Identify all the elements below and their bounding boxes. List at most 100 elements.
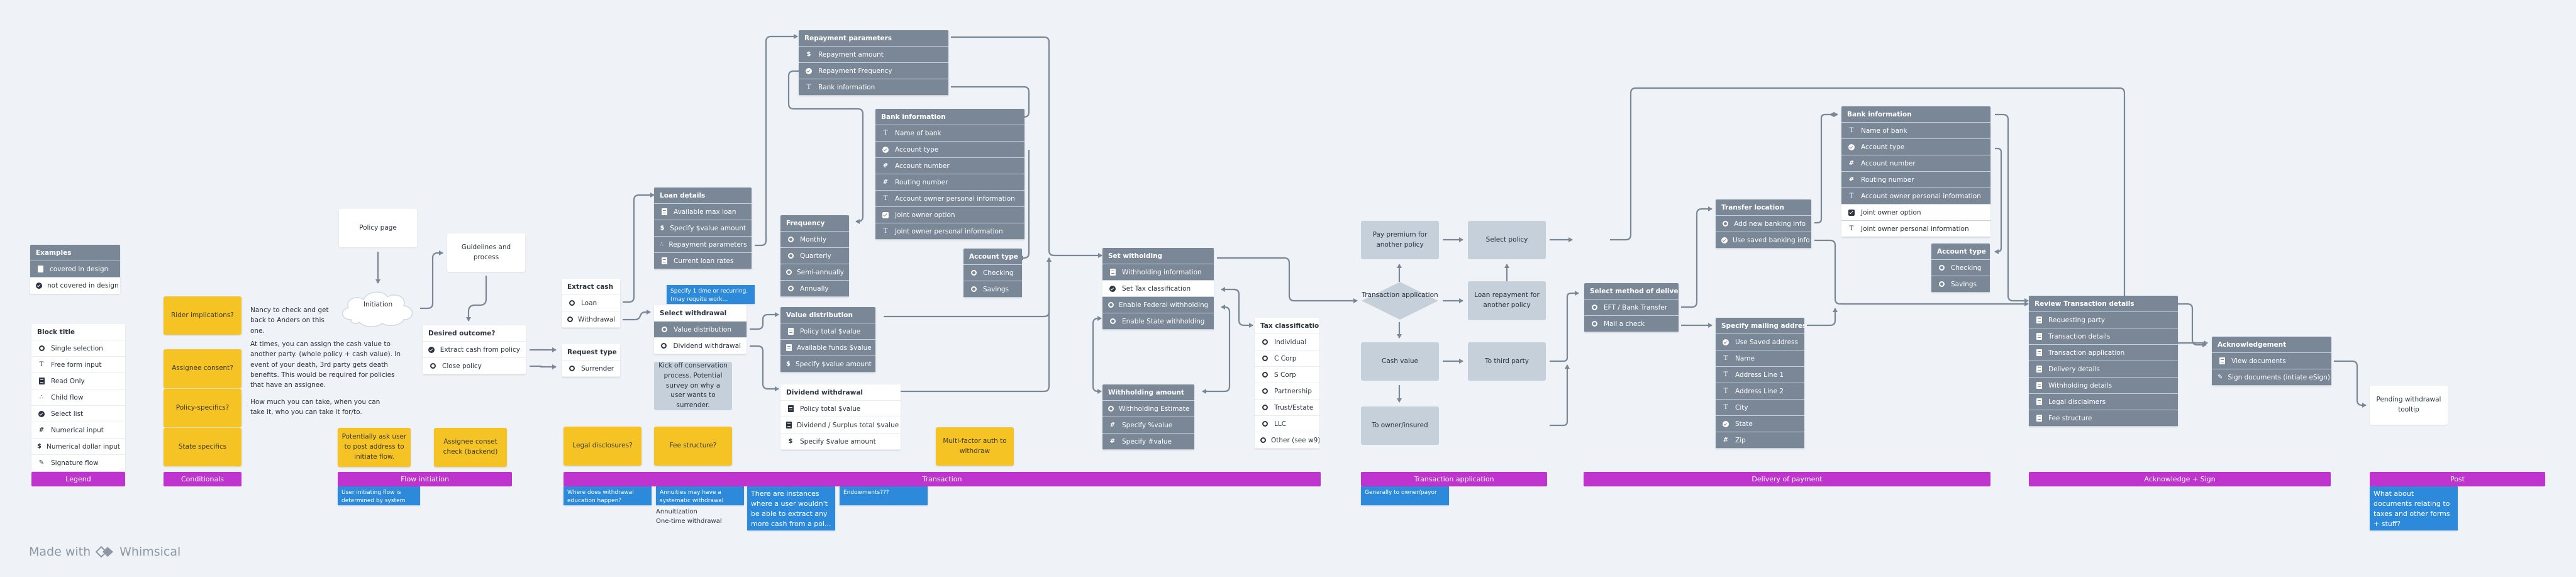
block-item[interactable]: Trust/Estate bbox=[1255, 400, 1319, 416]
block-item[interactable]: # Specify %value bbox=[1102, 417, 1194, 434]
pay-premium-node[interactable]: Pay premium for another policy bbox=[1361, 221, 1439, 259]
block-item[interactable]: Repayment Frequency bbox=[799, 63, 948, 79]
block-item[interactable]: Close policy bbox=[423, 358, 526, 374]
annotation-text: At times, you can assign the cash value … bbox=[250, 340, 401, 389]
block-item[interactable]: C Corp bbox=[1255, 350, 1319, 367]
examples-block: Examples covered in design not covered i… bbox=[30, 245, 120, 294]
connector bbox=[1202, 371, 1231, 394]
block-item[interactable]: Account type bbox=[1841, 139, 1990, 155]
block-item[interactable]: # Routing number bbox=[1841, 172, 1990, 188]
annotation-text: One-time withdrawal bbox=[656, 518, 722, 525]
connector bbox=[623, 193, 655, 303]
connector bbox=[2177, 303, 2207, 347]
initiation-node[interactable]: Initiation bbox=[338, 301, 418, 308]
block-item[interactable]: # Account number bbox=[1841, 155, 1990, 172]
block-item[interactable]: T Bank information bbox=[799, 79, 948, 96]
checkbox-icon bbox=[1847, 209, 1856, 216]
block-item[interactable]: # Account number bbox=[875, 158, 1024, 174]
block-item[interactable]: T Joint owner personal information bbox=[1841, 221, 1990, 237]
block-item[interactable]: $ Specify $value amount bbox=[780, 356, 875, 373]
single-selection-icon bbox=[1937, 265, 1946, 271]
block-item[interactable]: Savings bbox=[1931, 276, 1990, 293]
block-item[interactable]: Withholding Estimate bbox=[1102, 401, 1194, 417]
block-item: Available max loan bbox=[654, 204, 752, 220]
block-item[interactable]: Value distribution bbox=[654, 322, 747, 338]
block-item[interactable]: Semi-annually bbox=[780, 264, 849, 281]
block-item[interactable]: T Account owner personal information bbox=[875, 191, 1024, 207]
block-item[interactable]: Individual bbox=[1255, 334, 1319, 350]
block-item[interactable]: Joint owner option bbox=[875, 207, 1024, 223]
transaction-application-decision[interactable]: Transaction application bbox=[1361, 291, 1439, 301]
block-title: Tax classification bbox=[1255, 318, 1319, 334]
block-item[interactable]: Use Saved address bbox=[1716, 334, 1804, 350]
whimsical-branding[interactable]: Made with Whimsical bbox=[29, 545, 180, 559]
block-item[interactable]: Surrender bbox=[562, 361, 620, 377]
block-item[interactable]: EFT / Bank Transfer bbox=[1584, 300, 1679, 316]
mailing-address-block: Specify mailing address Use Saved addres… bbox=[1716, 318, 1804, 449]
block-title: Review Transaction details bbox=[2029, 296, 2178, 312]
block-item[interactable]: State bbox=[1716, 416, 1804, 432]
branding-name: Whimsical bbox=[119, 545, 181, 559]
block-item[interactable]: Annually bbox=[780, 281, 849, 297]
block-item: Delivery details bbox=[2029, 361, 2178, 378]
block-item[interactable]: ∴ Repayment parameters bbox=[654, 237, 752, 253]
cash-value-node[interactable]: Cash value bbox=[1361, 342, 1439, 381]
block-item[interactable]: Checking bbox=[1931, 260, 1990, 276]
block-item[interactable]: Joint owner option bbox=[1841, 204, 1990, 221]
select-policy-node[interactable]: Select policy bbox=[1468, 221, 1546, 259]
comment-note: Specify 1 time or recurring. (may requit… bbox=[667, 285, 755, 304]
policy-page-node[interactable]: Policy page bbox=[339, 209, 417, 247]
block-item[interactable]: Loan bbox=[562, 295, 620, 311]
section-conditionals: Conditionals bbox=[164, 472, 242, 486]
block-item[interactable]: Other (see w9) bbox=[1255, 432, 1319, 449]
block-item[interactable]: View documents bbox=[2212, 353, 2331, 369]
section-delivery-of-payment: Delivery of payment bbox=[1584, 472, 1990, 486]
block-item[interactable]: T Joint owner personal information bbox=[875, 223, 1024, 240]
owner-insured-node[interactable]: To owner/insured bbox=[1361, 406, 1439, 445]
single-selection-icon bbox=[1590, 321, 1599, 327]
block-item[interactable]: Withdrawal bbox=[562, 311, 620, 328]
block-item[interactable]: T Account owner personal information bbox=[1841, 188, 1990, 204]
block-item[interactable]: # Routing number bbox=[875, 174, 1024, 191]
pending-withdrawal-node[interactable]: Pending withdrawal tooltip bbox=[2370, 386, 2448, 425]
connector bbox=[750, 345, 779, 391]
read-only-icon bbox=[1108, 269, 1117, 276]
block-item[interactable]: S Corp bbox=[1255, 367, 1319, 383]
block-item[interactable]: T Name of bank bbox=[875, 125, 1024, 142]
block-item[interactable]: T Name bbox=[1716, 350, 1804, 367]
block-item[interactable]: T Address Line 1 bbox=[1716, 367, 1804, 383]
block-item[interactable]: Enable Federal withholding bbox=[1102, 297, 1214, 313]
read-only-icon bbox=[36, 266, 45, 272]
single-selection-icon bbox=[37, 345, 46, 351]
block-item[interactable]: Set Tax classification bbox=[1102, 281, 1214, 297]
block-item[interactable]: Quarterly bbox=[780, 248, 849, 264]
block-item[interactable]: Extract cash from policy bbox=[423, 342, 526, 358]
legend-item: $ Numerical dollar input bbox=[31, 439, 125, 455]
block-item[interactable]: $ Repayment amount bbox=[799, 47, 948, 63]
block-item[interactable]: # Zip bbox=[1716, 432, 1804, 449]
third-party-node[interactable]: To third party bbox=[1468, 342, 1546, 381]
loan-repayment-node[interactable]: Loan repayment for another policy bbox=[1468, 281, 1546, 320]
block-item[interactable]: LLC bbox=[1255, 416, 1319, 432]
block-item[interactable]: Enable State withholding bbox=[1102, 313, 1214, 330]
block-item[interactable]: Monthly bbox=[780, 232, 849, 248]
block-item[interactable]: Account type bbox=[875, 142, 1024, 158]
block-item[interactable]: $ Specify $value amount bbox=[654, 220, 752, 237]
block-item[interactable]: ✎ Sign documents (intiate eSign) bbox=[2212, 369, 2331, 386]
connector bbox=[530, 364, 557, 369]
numerical-input-icon: # bbox=[882, 162, 889, 169]
block-item[interactable]: T Address Line 2 bbox=[1716, 383, 1804, 400]
tax-classification-block: Tax classification Individual C Corp S C… bbox=[1255, 318, 1319, 449]
block-item[interactable]: $ Specify $value amount bbox=[780, 434, 901, 450]
block-item[interactable]: Use saved banking info bbox=[1716, 232, 1811, 249]
guidelines-node[interactable]: Guidelines and process bbox=[447, 233, 525, 272]
block-item[interactable]: Mail a check bbox=[1584, 316, 1679, 332]
block-item[interactable]: Add new banking info bbox=[1716, 216, 1811, 232]
block-item[interactable]: # Specify #value bbox=[1102, 434, 1194, 450]
block-item[interactable]: Savings bbox=[963, 281, 1022, 298]
block-item[interactable]: T Name of bank bbox=[1841, 123, 1990, 139]
block-item[interactable]: T City bbox=[1716, 400, 1804, 416]
block-item[interactable]: Partnership bbox=[1255, 383, 1319, 400]
block-item[interactable]: Dividend withdrawal bbox=[654, 338, 747, 354]
block-item[interactable]: Checking bbox=[963, 265, 1022, 281]
